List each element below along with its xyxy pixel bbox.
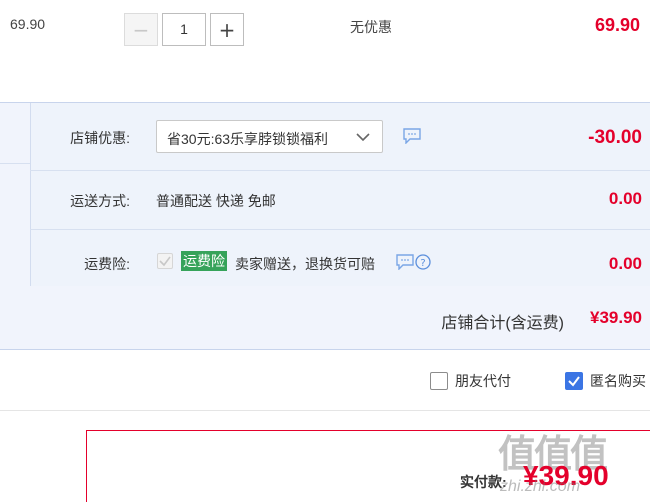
order-item-row — [0, 0, 650, 102]
anonymous-purchase-option[interactable]: 匿名购买 — [565, 370, 646, 392]
shipping-insurance-label: 运费险: — [84, 256, 130, 272]
message-icon[interactable] — [403, 128, 421, 144]
shipping-method-value: 普通配送 快递 免邮 — [156, 193, 276, 209]
anonymous-label: 匿名购买 — [590, 373, 646, 389]
svg-text:?: ? — [420, 258, 425, 269]
shop-total-amount: ¥39.90 — [590, 308, 642, 327]
divider — [0, 163, 30, 164]
watermark-text: zhi.zhi.com — [500, 478, 581, 495]
divider — [0, 410, 650, 411]
shop-discount-select[interactable]: 省30元:63乐享脖锁锁福利 — [156, 120, 383, 153]
chevron-down-icon — [356, 133, 370, 142]
friend-pay-checkbox[interactable] — [430, 372, 448, 390]
unit-price: 69.90 — [10, 16, 46, 32]
quantity-input[interactable]: 1 — [162, 13, 206, 46]
check-icon — [568, 376, 580, 387]
check-icon — [159, 256, 171, 267]
shipping-amount: 0.00 — [608, 189, 642, 208]
item-subtotal: 69.90 — [594, 15, 640, 35]
decrease-quantity-button[interactable]: − — [124, 13, 158, 46]
divider — [30, 229, 650, 230]
minus-icon: − — [132, 17, 150, 42]
discount-amount: -30.00 — [588, 127, 642, 148]
quantity-stepper[interactable]: − 1 + — [124, 13, 244, 46]
anonymous-checkbox[interactable] — [565, 372, 583, 390]
divider — [30, 170, 650, 171]
message-icon[interactable] — [396, 254, 414, 270]
friend-pay-option[interactable]: 朋友代付 — [430, 370, 511, 392]
shipping-method-label: 运送方式: — [70, 193, 130, 209]
plus-icon: + — [218, 17, 236, 42]
insurance-amount: 0.00 — [608, 254, 642, 273]
friend-pay-label: 朋友代付 — [455, 373, 511, 389]
shop-discount-selected: 省30元:63乐享脖锁锁福利 — [167, 131, 329, 147]
insurance-checkbox — [157, 253, 173, 269]
insurance-description: 卖家赠送，退换货可赔 — [235, 256, 375, 272]
item-promotion: 无优惠 — [350, 19, 392, 35]
help-icon[interactable]: ? — [415, 254, 431, 270]
shop-discount-label: 店铺优惠: — [70, 130, 130, 146]
insurance-tag: 运费险 — [181, 251, 227, 271]
shop-total-label: 店铺合计(含运费) — [441, 315, 564, 332]
increase-quantity-button[interactable]: + — [210, 13, 244, 46]
